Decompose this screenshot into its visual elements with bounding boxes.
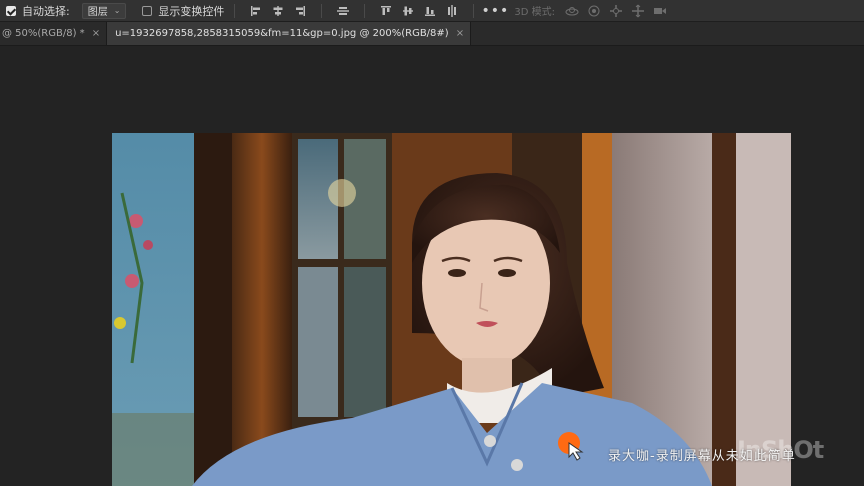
chevron-down-icon: ⌄ [113, 6, 121, 15]
divider [364, 3, 366, 18]
align-left-edges-icon[interactable] [248, 4, 264, 18]
document-tab-bar: @ 50%(RGB/8) * × u=1932697858,2858315059… [0, 22, 864, 46]
auto-select-checkbox[interactable] [6, 5, 16, 16]
distribute-horizontal-icon[interactable] [335, 4, 351, 18]
document-tab-active[interactable]: u=1932697858,2858315059&fm=11&gp=0.jpg @… [107, 22, 472, 45]
show-transform-checkbox[interactable] [142, 5, 153, 16]
cursor-pointer-icon [557, 431, 585, 465]
close-icon[interactable]: × [92, 28, 100, 39]
tab-label: @ 50%(RGB/8) * [2, 28, 85, 39]
3d-pan-icon[interactable] [608, 4, 624, 18]
3d-orbit-icon[interactable] [564, 4, 580, 18]
align-top-edges-icon[interactable] [378, 4, 394, 18]
auto-select-label: 自动选择: [22, 4, 70, 18]
photo-illustration [112, 133, 791, 486]
divider [234, 3, 236, 18]
align-bottom-edges-icon[interactable] [422, 4, 438, 18]
recorder-watermark: 录大咖-录制屏幕从未如此简单 [608, 449, 796, 464]
divider [473, 3, 475, 18]
options-bar: 自动选择: 图层 ⌄ 显示变换控件 ••• 3D 模式: [0, 0, 864, 22]
align-horizontal-centers-icon[interactable] [270, 4, 286, 18]
more-options-icon[interactable]: ••• [482, 3, 509, 19]
align-vertical-centers-icon[interactable] [400, 4, 416, 18]
3d-roll-icon[interactable] [586, 4, 602, 18]
3d-scale-icon[interactable] [652, 4, 668, 18]
canvas-image[interactable] [112, 133, 791, 486]
show-transform-label: 显示变换控件 [158, 4, 225, 18]
auto-select-target-dropdown[interactable]: 图层 ⌄ [81, 2, 127, 19]
distribute-vertical-icon[interactable] [444, 4, 460, 18]
3d-slide-icon[interactable] [630, 4, 646, 18]
tab-label: u=1932697858,2858315059&fm=11&gp=0.jpg @… [115, 28, 449, 39]
align-right-edges-icon[interactable] [292, 4, 308, 18]
divider [321, 3, 323, 18]
close-icon[interactable]: × [456, 28, 464, 39]
auto-select-target-value: 图层 [87, 7, 108, 18]
document-tab[interactable]: @ 50%(RGB/8) * × [0, 22, 108, 45]
3d-mode-label: 3D 模式: [514, 7, 556, 18]
